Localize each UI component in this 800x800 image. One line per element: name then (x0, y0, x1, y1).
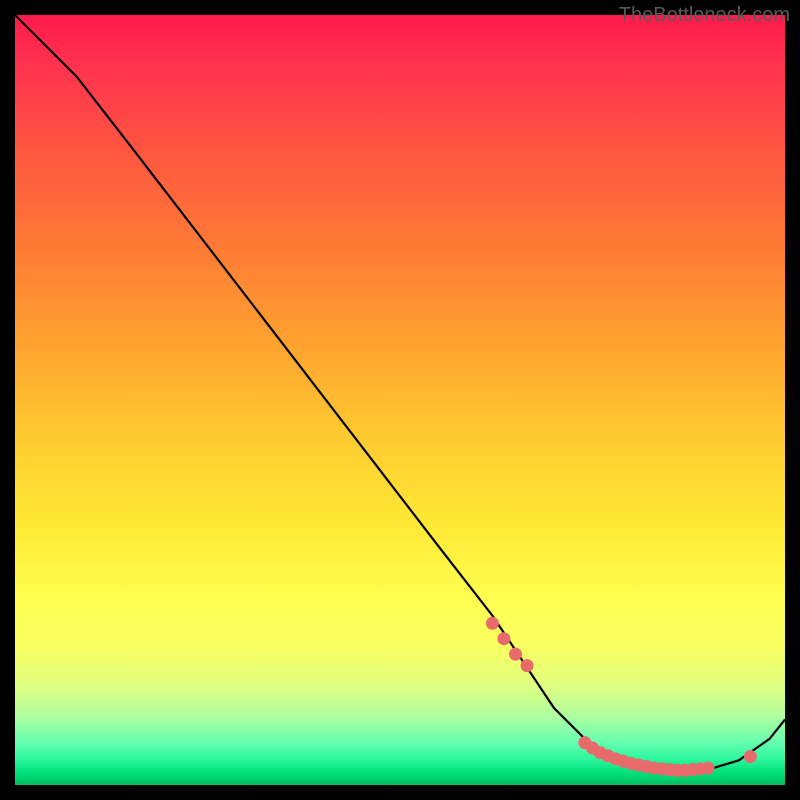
watermark-text: TheBottleneck.com (619, 4, 790, 27)
data-points (486, 617, 757, 777)
data-point (702, 762, 715, 775)
data-point (497, 632, 510, 645)
chart-svg (15, 15, 785, 785)
bottleneck-curve (15, 15, 785, 771)
data-point (509, 648, 522, 661)
chart-plot-area (15, 15, 785, 785)
data-point (486, 617, 499, 630)
data-point (521, 659, 534, 672)
data-point (744, 750, 757, 763)
